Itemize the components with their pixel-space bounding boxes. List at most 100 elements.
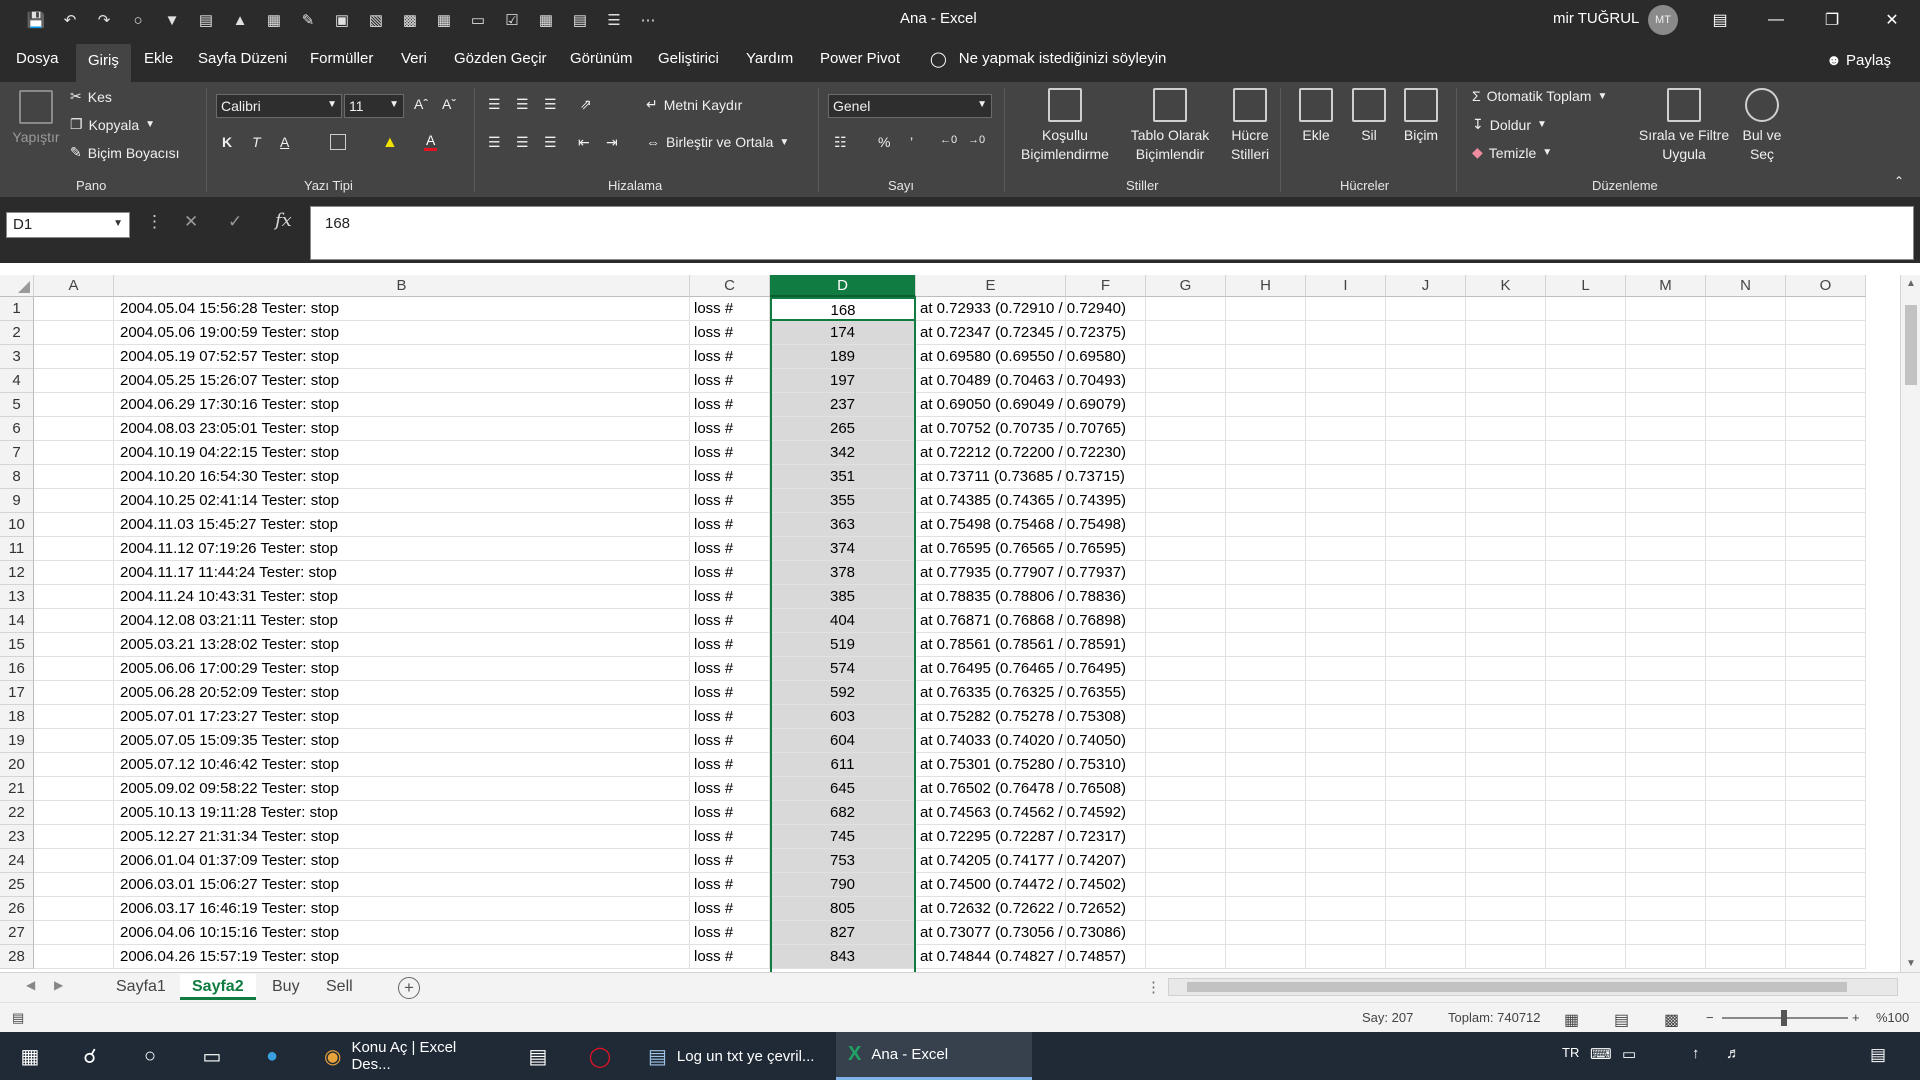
column-header-m[interactable]: M [1626, 275, 1706, 297]
row-header[interactable]: 16 [0, 657, 34, 681]
cell-empty[interactable] [1706, 681, 1786, 705]
tell-me-box[interactable]: ◯ Ne yapmak istediğinizi söyleyin [930, 50, 1166, 68]
cell-empty[interactable] [34, 753, 114, 777]
start-icon[interactable]: ▦ [14, 1040, 46, 1072]
cell-empty[interactable] [34, 609, 114, 633]
cell-empty[interactable] [1706, 465, 1786, 489]
cell-empty[interactable] [1386, 633, 1466, 657]
cell-empty[interactable] [1466, 633, 1546, 657]
cell-empty[interactable] [1146, 753, 1226, 777]
cell-empty[interactable] [1626, 657, 1706, 681]
cell-empty[interactable] [1146, 465, 1226, 489]
cell-empty[interactable] [1226, 513, 1306, 537]
cell-e[interactable]: at 0.77935 (0.77907 / 0.77937) [916, 561, 1126, 585]
cell-empty[interactable] [1466, 297, 1546, 321]
cell-c[interactable]: loss # [690, 321, 770, 345]
cell-empty[interactable] [1466, 561, 1546, 585]
sheet-tab-sayfa1[interactable]: Sayfa1 [104, 974, 178, 1000]
cell-empty[interactable] [1066, 489, 1146, 513]
share-button[interactable]: ☻ Paylaş [1826, 52, 1891, 69]
sheet-prev-icon[interactable]: ◀ [26, 978, 35, 992]
cell-empty[interactable] [1386, 801, 1466, 825]
cell-empty[interactable] [1546, 609, 1626, 633]
cell-b[interactable]: 2006.03.01 15:06:27 Tester: stop [114, 873, 690, 897]
cell-empty[interactable] [1546, 489, 1626, 513]
cell-d[interactable]: 604 [770, 729, 916, 753]
cell-empty[interactable] [1626, 417, 1706, 441]
copy-button[interactable]: ❐ Kopyala ▼ [70, 116, 155, 133]
cell-empty[interactable] [1786, 825, 1866, 849]
cell-empty[interactable] [34, 801, 114, 825]
cell-empty[interactable] [1706, 441, 1786, 465]
cell-empty[interactable] [1386, 921, 1466, 945]
cell-empty[interactable] [1386, 441, 1466, 465]
merge-center-button[interactable]: ⇔ Birleştir ve Ortala ▼ [646, 134, 789, 150]
cell-c[interactable]: loss # [690, 945, 770, 969]
cell-empty[interactable] [1706, 849, 1786, 873]
cell-empty[interactable] [34, 777, 114, 801]
cell-empty[interactable] [1386, 873, 1466, 897]
formula-input[interactable]: 168 [310, 206, 1914, 260]
cell-empty[interactable] [1706, 897, 1786, 921]
align-top-icon[interactable]: ☰ [488, 96, 501, 113]
cell-empty[interactable] [1146, 561, 1226, 585]
cell-empty[interactable] [1066, 633, 1146, 657]
tab-splitter-icon[interactable]: ⋮ [1146, 978, 1161, 996]
column-header-l[interactable]: L [1546, 275, 1626, 297]
cell-e[interactable]: at 0.75498 (0.75468 / 0.75498) [916, 513, 1126, 537]
cell-empty[interactable] [1066, 657, 1146, 681]
cell-empty[interactable] [1706, 609, 1786, 633]
cell-c[interactable]: loss # [690, 825, 770, 849]
cell-empty[interactable] [1786, 321, 1866, 345]
cell-empty[interactable] [1706, 561, 1786, 585]
cell-empty[interactable] [1466, 849, 1546, 873]
align-center-icon[interactable]: ☰ [516, 134, 529, 151]
sheet-next-icon[interactable]: ▶ [54, 978, 63, 992]
cell-empty[interactable] [1466, 321, 1546, 345]
cell-empty[interactable] [34, 825, 114, 849]
row-header[interactable]: 21 [0, 777, 34, 801]
cell-empty[interactable] [1546, 897, 1626, 921]
tab-gozden-gecir[interactable]: Gözden Geçir [454, 50, 547, 67]
cell-empty[interactable] [1226, 921, 1306, 945]
cell-empty[interactable] [1546, 441, 1626, 465]
cell-empty[interactable] [1306, 561, 1386, 585]
cell-empty[interactable] [1786, 897, 1866, 921]
form-icon[interactable]: ▤ [192, 6, 220, 34]
cell-empty[interactable] [1546, 849, 1626, 873]
cell-empty[interactable] [1466, 465, 1546, 489]
cell-empty[interactable] [1546, 345, 1626, 369]
cell-empty[interactable] [1146, 945, 1226, 969]
cell-empty[interactable] [1786, 849, 1866, 873]
cell-empty[interactable] [1626, 609, 1706, 633]
cell-empty[interactable] [1466, 585, 1546, 609]
cell-empty[interactable] [1466, 945, 1546, 969]
cell-e[interactable]: at 0.74844 (0.74827 / 0.74857) [916, 945, 1126, 969]
cell-empty[interactable] [1146, 489, 1226, 513]
cell-b[interactable]: 2004.11.03 15:45:27 Tester: stop [114, 513, 690, 537]
cell-empty[interactable] [1226, 729, 1306, 753]
align-left-icon[interactable]: ☰ [488, 134, 501, 151]
layers-icon[interactable]: ▭ [464, 6, 492, 34]
cell-empty[interactable] [1786, 753, 1866, 777]
cell-empty[interactable] [34, 729, 114, 753]
cell-empty[interactable] [1546, 729, 1626, 753]
cell-empty[interactable] [1786, 585, 1866, 609]
column-header-c[interactable]: C [690, 275, 770, 297]
cell-b[interactable]: 2004.11.12 07:19:26 Tester: stop [114, 537, 690, 561]
horizontal-scroll-thumb[interactable] [1187, 982, 1847, 992]
cell-empty[interactable] [1146, 537, 1226, 561]
cell-empty[interactable] [1066, 777, 1146, 801]
row-header[interactable]: 11 [0, 537, 34, 561]
cell-e[interactable]: at 0.72295 (0.72287 / 0.72317) [916, 825, 1126, 849]
shape-circle-icon[interactable]: ○ [124, 6, 152, 34]
cell-empty[interactable] [1306, 657, 1386, 681]
notifications-icon[interactable]: ▤ [1870, 1045, 1886, 1065]
confirm-entry-icon[interactable]: ✓ [228, 212, 242, 232]
grow-font-icon[interactable]: Aˆ [414, 96, 428, 112]
cell-empty[interactable] [1306, 873, 1386, 897]
cell-d[interactable]: 378 [770, 561, 916, 585]
close-icon[interactable]: ✕ [1864, 0, 1920, 40]
insert-cells-button[interactable]: Ekle [1292, 88, 1340, 145]
cancel-entry-icon[interactable]: ✕ [184, 212, 198, 232]
